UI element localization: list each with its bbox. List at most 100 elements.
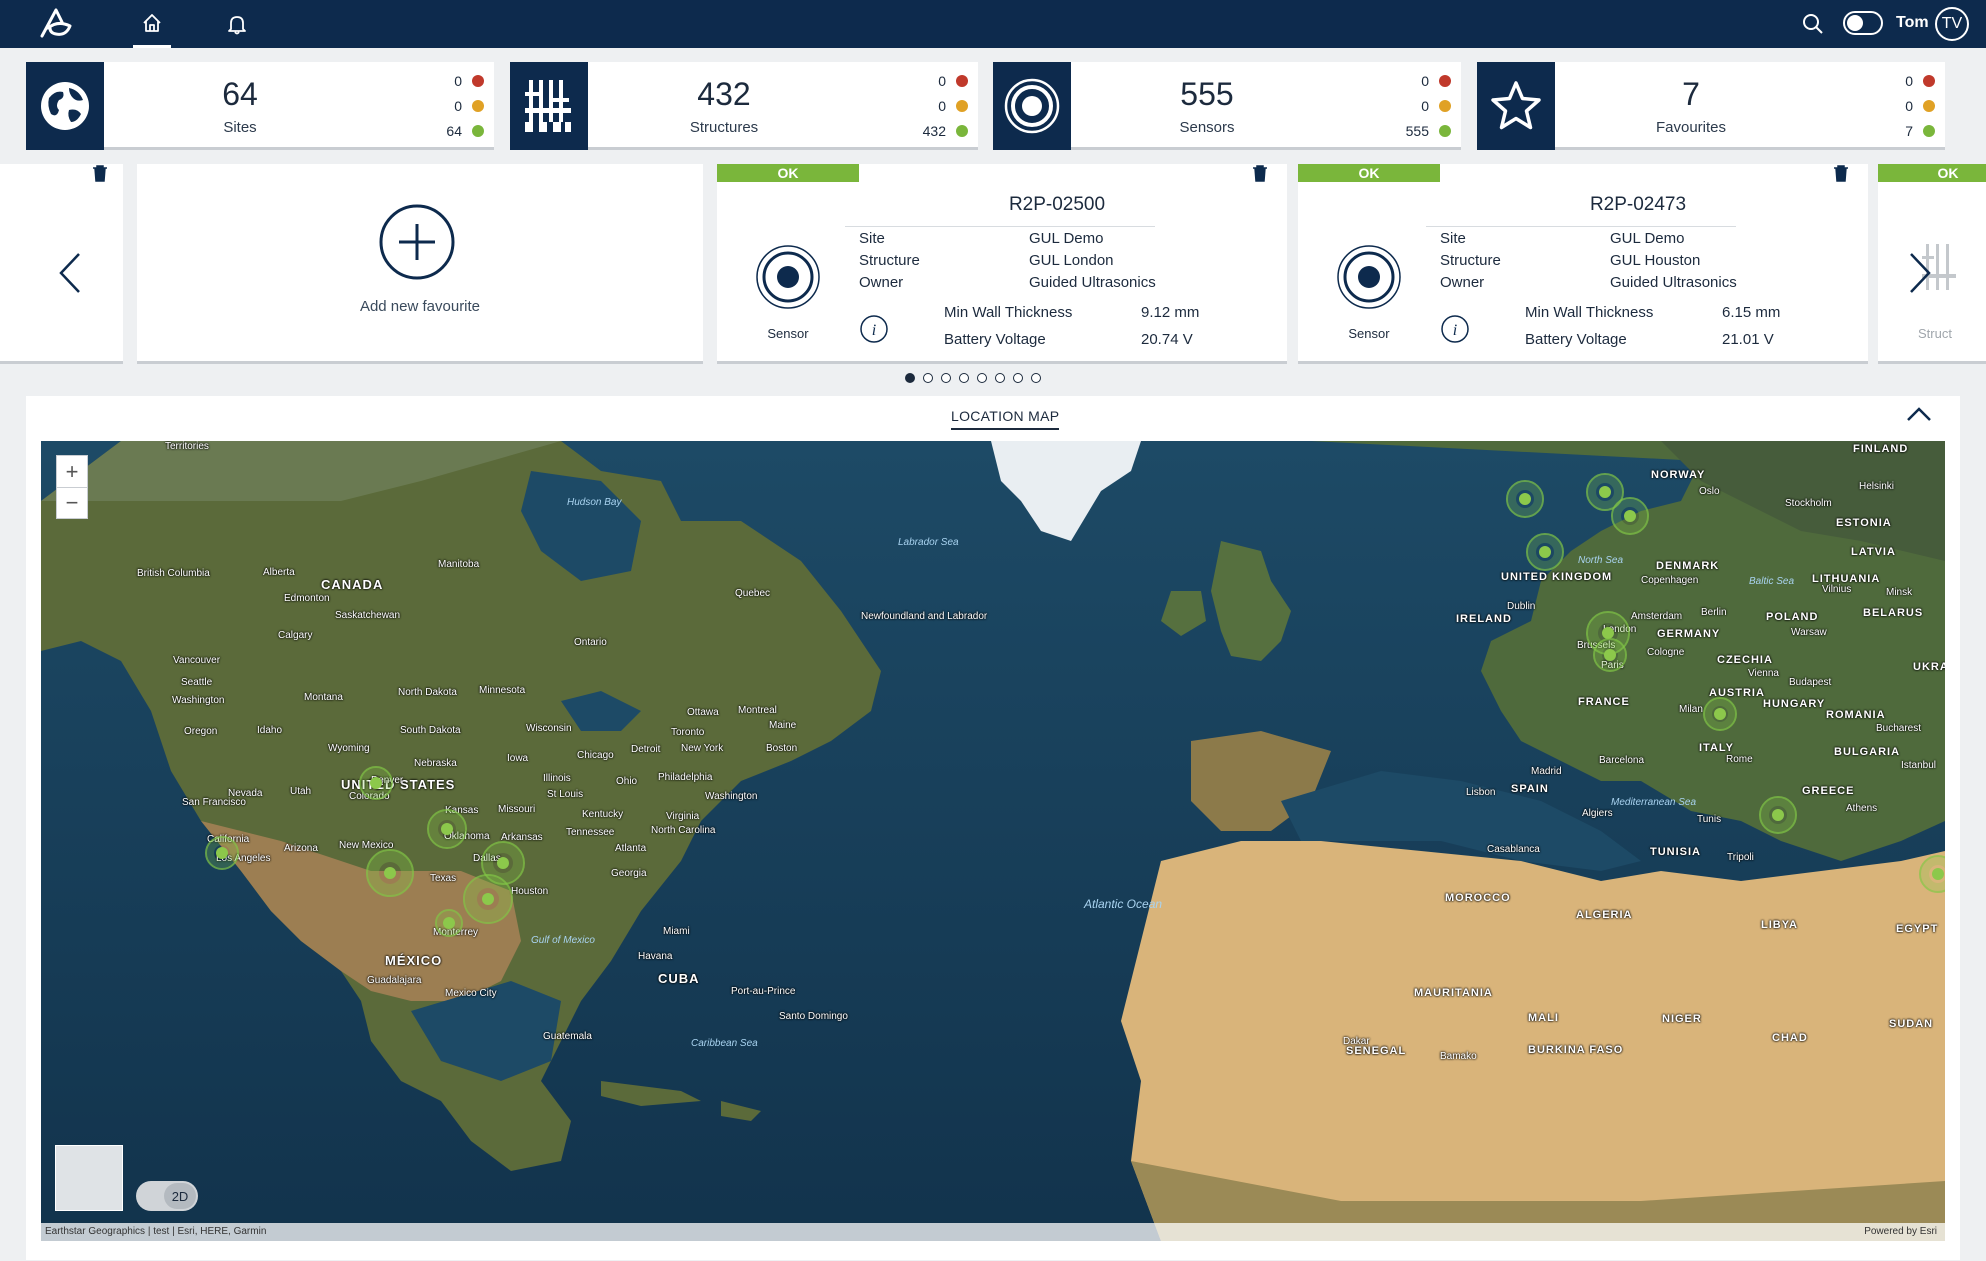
map-label: Ontario: [574, 637, 607, 648]
trash-icon[interactable]: [1252, 164, 1268, 182]
map-attribution: Earthstar Geographics | test | Esri, HER…: [41, 1223, 1945, 1241]
map-label: Barcelona: [1599, 755, 1645, 766]
metric2-value: 21.01 V: [1722, 331, 1774, 348]
search-icon[interactable]: [1800, 11, 1826, 37]
stat-label: Sensors: [1179, 119, 1235, 136]
add-favourite-card[interactable]: Add new favourite: [137, 164, 703, 364]
favourite-card[interactable]: OK R2P-02473 Sensor Site GUL Demo Struct…: [1298, 164, 1868, 364]
trash-icon[interactable]: [1833, 164, 1849, 182]
map-label: Calgary: [278, 630, 313, 641]
structure-key: Structure: [1440, 252, 1501, 269]
map-label: Mediterranean Sea: [1611, 797, 1697, 808]
map-label: Chicago: [577, 750, 614, 761]
theme-toggle[interactable]: [1843, 11, 1883, 35]
site-marker[interactable]: [359, 766, 393, 800]
stat-card-sensors[interactable]: 555 Sensors 0 0 555: [993, 62, 1461, 150]
site-marker[interactable]: [427, 809, 467, 849]
info-icon[interactable]: i: [1440, 314, 1470, 344]
location-map[interactable]: CANADA UNITED STATES MÉXICO CUBA Hudson …: [41, 441, 1945, 1241]
zoom-out-button[interactable]: −: [57, 487, 87, 518]
green-dot: [472, 124, 484, 137]
site-marker[interactable]: [1526, 533, 1564, 571]
chevron-up-icon[interactable]: [1906, 404, 1932, 424]
map-label: Tennessee: [566, 827, 615, 838]
site-marker[interactable]: [1611, 497, 1649, 535]
structure-icon: [525, 80, 571, 132]
divider: [1426, 226, 1736, 227]
site-marker[interactable]: [463, 874, 513, 924]
map-label: Georgia: [611, 868, 647, 879]
map-label: North Sea: [1578, 555, 1624, 566]
stat-card-sites[interactable]: 64 Sites 0 0 64: [26, 62, 494, 150]
map-label: Seattle: [181, 677, 213, 688]
stat-card-structures[interactable]: 432 Structures 0 0 432: [510, 62, 978, 150]
home-button[interactable]: [133, 0, 171, 48]
red-dot: [1923, 74, 1935, 87]
map-label: Kentucky: [582, 809, 624, 820]
owner-value: Guided Ultrasonics: [1029, 274, 1156, 291]
map-label: Manitoba: [438, 559, 480, 570]
map-title[interactable]: LOCATION MAP: [951, 408, 1060, 430]
map-label: Atlanta: [615, 843, 647, 854]
site-marker[interactable]: [366, 849, 414, 897]
sensor-icon: [756, 245, 820, 309]
page-dot[interactable]: [1031, 373, 1041, 383]
logo-icon[interactable]: [36, 6, 76, 40]
user-name[interactable]: Tom: [1896, 14, 1929, 32]
carousel-next-button[interactable]: [1905, 250, 1935, 296]
zoom-in-button[interactable]: +: [57, 456, 87, 487]
map-label: Miami: [663, 926, 690, 937]
map-label: Houston: [511, 886, 549, 897]
map-label: Madrid: [1531, 766, 1562, 777]
site-marker[interactable]: [1593, 638, 1627, 672]
map-label: ROMANIA: [1826, 709, 1886, 721]
stat-card-favourites[interactable]: 7 Favourites 0 0 7: [1477, 62, 1945, 150]
info-icon[interactable]: i: [859, 314, 889, 344]
attribution-text: Earthstar Geographics | test | Esri, HER…: [45, 1226, 267, 1237]
page-dot[interactable]: [1013, 373, 1023, 383]
owner-key: Owner: [1440, 274, 1485, 291]
powered-by-esri[interactable]: Powered by Esri: [1864, 1223, 1937, 1241]
map-label: IRELAND: [1456, 613, 1512, 625]
map-label: TUNISIA: [1650, 846, 1701, 858]
map-label: NIGER: [1662, 1013, 1702, 1025]
map-label: Montreal: [738, 705, 777, 716]
map-label: Philadelphia: [658, 772, 713, 783]
map-label: Minsk: [1886, 587, 1913, 598]
sensor-label: Sensor: [767, 326, 809, 341]
map-label: Rome: [1726, 754, 1753, 765]
map-label: Vienna: [1748, 668, 1779, 679]
amber-count: 0: [1421, 97, 1429, 114]
map-label: Tripoli: [1727, 852, 1754, 863]
map-label: Wisconsin: [526, 723, 572, 734]
amber-dot: [472, 99, 484, 112]
page-dot[interactable]: [995, 373, 1005, 383]
carousel-prev-button[interactable]: [55, 250, 85, 296]
map-label: Atlantic Ocean: [1084, 897, 1163, 911]
page-dot[interactable]: [941, 373, 951, 383]
map-label: Illinois: [543, 773, 571, 784]
site-marker[interactable]: [1703, 697, 1737, 731]
sensor-icon: [1337, 245, 1401, 309]
notifications-button[interactable]: [218, 0, 256, 48]
site-marker[interactable]: [1759, 796, 1797, 834]
page-dot[interactable]: [959, 373, 969, 383]
map-label: Virginia: [666, 811, 700, 822]
plus-circle-icon[interactable]: [379, 204, 455, 280]
view-mode-toggle[interactable]: 2D: [136, 1181, 198, 1211]
page-dot[interactable]: [977, 373, 987, 383]
page-dot[interactable]: [905, 373, 915, 383]
overview-map[interactable]: [55, 1145, 123, 1211]
favourite-card[interactable]: OK R2P-02500 Sensor Site GUL Demo Struct…: [717, 164, 1287, 364]
structure-value: GUL London: [1029, 252, 1114, 269]
site-marker[interactable]: [435, 909, 463, 937]
avatar[interactable]: TV: [1935, 7, 1969, 41]
site-marker[interactable]: [205, 836, 239, 870]
red-dot: [956, 74, 968, 87]
trash-icon[interactable]: [92, 164, 108, 182]
page-dot[interactable]: [923, 373, 933, 383]
home-icon: [143, 13, 161, 32]
map-label: CHAD: [1772, 1032, 1808, 1044]
site-marker[interactable]: [1506, 480, 1544, 518]
metric1-key: Min Wall Thickness: [1525, 304, 1654, 321]
